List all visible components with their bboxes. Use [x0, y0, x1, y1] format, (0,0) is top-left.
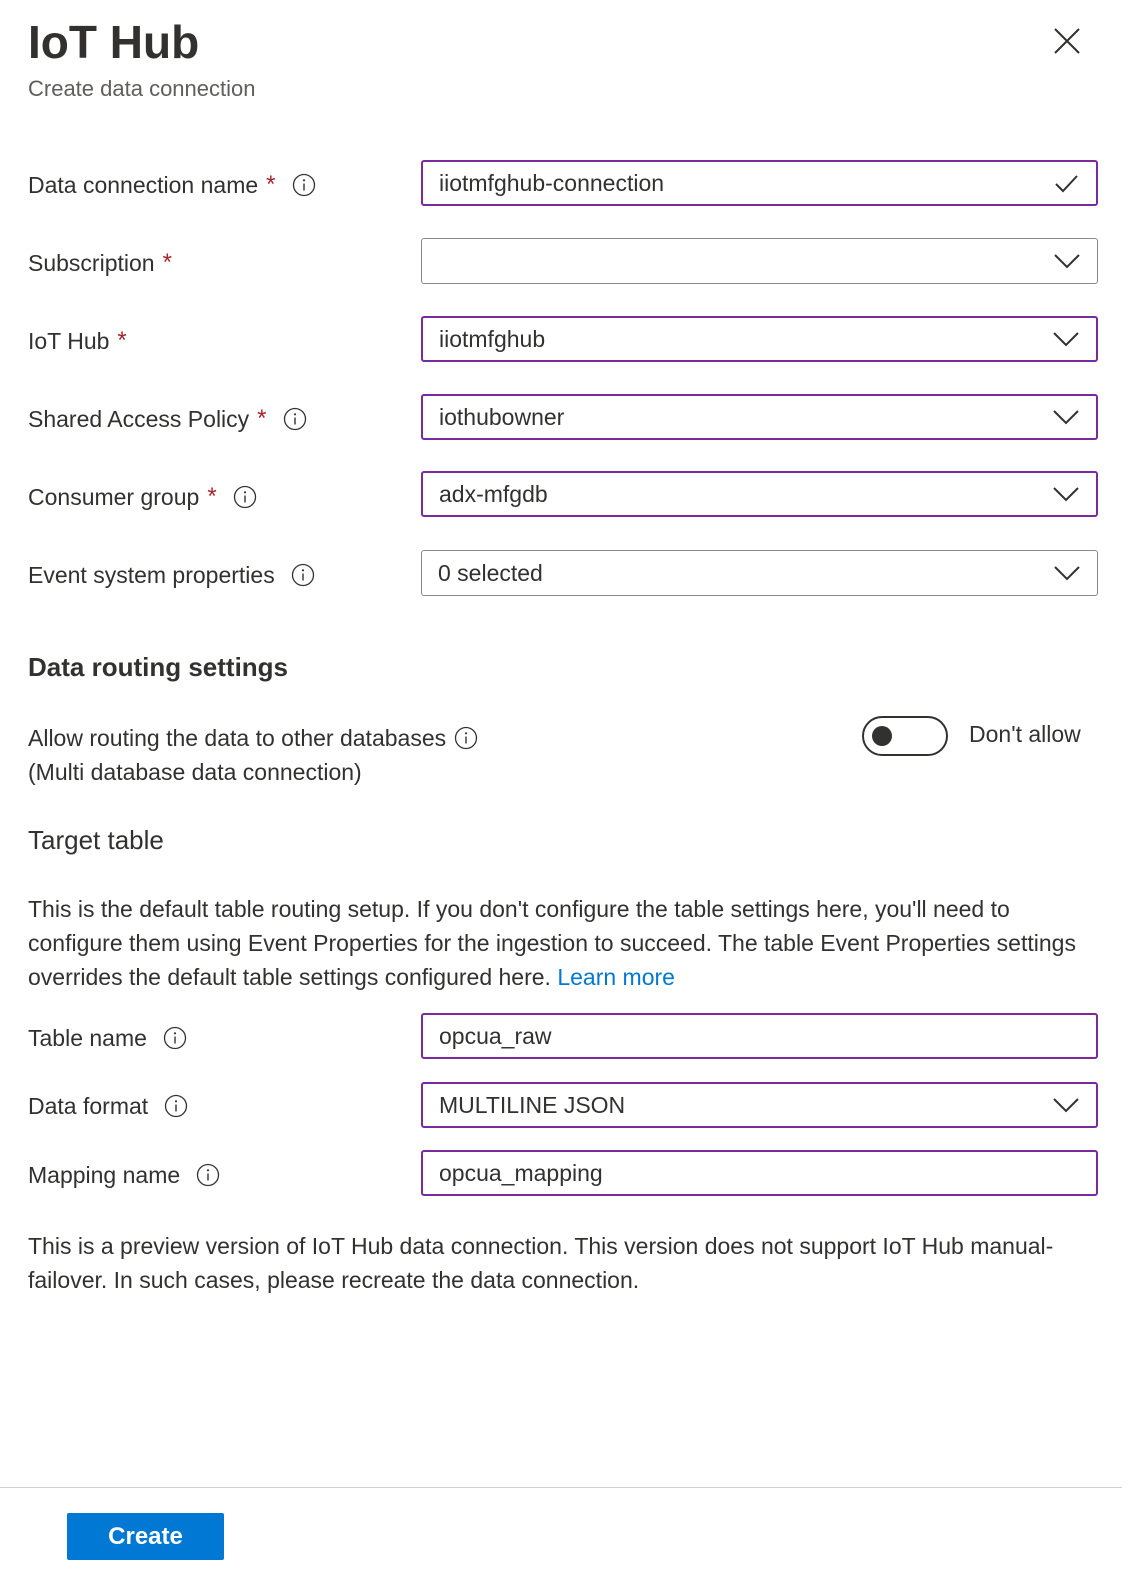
data-connection-name-input[interactable]: iiotmfghub-connection [421, 160, 1098, 206]
preview-note: This is a preview version of IoT Hub dat… [28, 1233, 1054, 1293]
iot-hub-label: IoT Hub * [28, 327, 127, 354]
consumer-group-label: Consumer group * [28, 482, 257, 512]
create-button[interactable]: Create [67, 1513, 224, 1560]
shared-access-policy-label: Shared Access Policy * [28, 404, 307, 434]
chevron-down-icon [1053, 1098, 1079, 1113]
info-icon[interactable] [164, 1094, 188, 1118]
multi-database-label: (Multi database data connection) [28, 758, 362, 785]
info-icon[interactable] [291, 563, 315, 587]
required-marker: * [266, 171, 276, 198]
checkmark-icon [1055, 175, 1078, 193]
data-connection-name-label: Data connection name * [28, 170, 316, 200]
iot-hub-dropdown[interactable]: iiotmfghub [421, 316, 1098, 362]
target-table-heading: Target table [28, 825, 164, 855]
target-table-description: This is the default table routing setup.… [28, 896, 1076, 990]
learn-more-link[interactable]: Learn more [557, 964, 675, 990]
table-name-label: Table name [28, 1023, 187, 1053]
subscription-label: Subscription * [28, 249, 172, 276]
info-icon[interactable] [233, 485, 257, 509]
required-marker: * [162, 249, 172, 276]
close-button[interactable] [1050, 24, 1084, 58]
chevron-down-icon [1054, 254, 1080, 269]
allow-routing-label: Allow routing the data to other database… [28, 723, 478, 753]
event-system-properties-dropdown[interactable]: 0 selected [421, 550, 1098, 596]
info-icon[interactable] [283, 407, 307, 431]
page-title: IoT Hub [28, 16, 200, 68]
toggle-state-label: Don't allow [969, 721, 1081, 747]
required-marker: * [117, 327, 127, 354]
event-system-properties-label: Event system properties [28, 560, 315, 590]
required-marker: * [257, 405, 267, 432]
data-format-label: Data format [28, 1091, 188, 1121]
info-icon[interactable] [454, 726, 478, 750]
shared-access-policy-dropdown[interactable]: iothubowner [421, 394, 1098, 440]
info-icon[interactable] [163, 1026, 187, 1050]
close-icon [1054, 28, 1080, 54]
mapping-name-input[interactable]: opcua_mapping [421, 1150, 1098, 1196]
chevron-down-icon [1053, 487, 1079, 502]
table-name-input[interactable]: opcua_raw [421, 1013, 1098, 1059]
info-icon[interactable] [196, 1163, 220, 1187]
footer-divider [0, 1487, 1122, 1488]
data-routing-heading: Data routing settings [28, 652, 289, 682]
toggle-knob [872, 726, 892, 746]
required-marker: * [207, 483, 217, 510]
page-subtitle: Create data connection [28, 76, 256, 101]
chevron-down-icon [1053, 410, 1079, 425]
consumer-group-dropdown[interactable]: adx-mfgdb [421, 471, 1098, 517]
data-format-dropdown[interactable]: MULTILINE JSON [421, 1082, 1098, 1128]
chevron-down-icon [1054, 566, 1080, 581]
allow-routing-toggle[interactable] [862, 716, 948, 756]
mapping-name-label: Mapping name [28, 1160, 220, 1190]
info-icon[interactable] [292, 173, 316, 197]
subscription-dropdown[interactable] [421, 238, 1098, 284]
chevron-down-icon [1053, 332, 1079, 347]
